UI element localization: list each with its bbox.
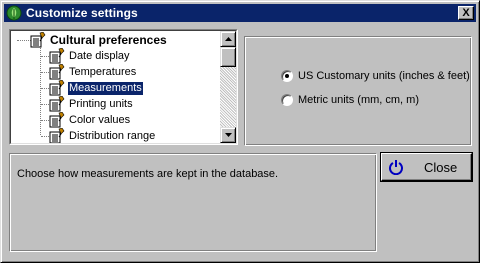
tree-item-label: Color values (69, 113, 131, 126)
radio-label: US Customary units (inches & feet) (298, 70, 470, 82)
tree-item-label: Distribution range (69, 129, 156, 142)
radio-button[interactable] (281, 70, 293, 82)
description-text: Choose how measurements are kept in the … (17, 168, 279, 180)
settings-page-icon (49, 112, 65, 128)
window-title: Customize settings (26, 6, 138, 20)
window-close-button[interactable]: X (458, 6, 474, 20)
arrow-down-icon (224, 133, 232, 137)
radio-label: Metric units (mm, cm, m) (298, 94, 419, 106)
tree-item[interactable]: Distribution range (49, 128, 156, 143)
tree-item[interactable]: Printing units (49, 96, 134, 112)
settings-page-icon (49, 80, 65, 96)
unit-option-radio[interactable]: Metric units (mm, cm, m) (281, 94, 419, 106)
tree-item-label: Temperatures (69, 65, 137, 78)
tree-item[interactable]: Temperatures (49, 64, 137, 80)
close-button[interactable]: Close (381, 153, 472, 181)
settings-page-icon (49, 48, 65, 64)
tree-root-cultural-preferences[interactable]: Cultural preferences (30, 32, 168, 48)
tree-scrollbar[interactable] (220, 31, 236, 143)
scroll-thumb[interactable] (220, 47, 236, 67)
unit-option-radio[interactable]: US Customary units (inches & feet) (281, 70, 470, 82)
arrow-up-icon (224, 37, 232, 41)
tree-item-label: Measurements (67, 80, 144, 96)
settings-page-icon (49, 96, 65, 112)
title-bar[interactable]: Customize settings X (4, 4, 476, 22)
radio-button[interactable] (281, 94, 293, 106)
tree-item[interactable]: Color values (49, 112, 131, 128)
tree-item[interactable]: Measurements (49, 80, 144, 96)
settings-tree[interactable]: Cultural preferences Date display Temperat… (9, 29, 238, 145)
leaf-icon (6, 5, 22, 21)
settings-page-icon (30, 32, 46, 48)
close-icon: X (462, 6, 470, 19)
tree-root-label: Cultural preferences (50, 32, 167, 47)
tree-item-label: Printing units (69, 97, 133, 110)
scroll-down-button[interactable] (220, 127, 236, 143)
power-icon (389, 160, 403, 175)
settings-page-icon (49, 64, 65, 80)
options-panel: US Customary units (inches & feet) Metric… (244, 36, 472, 146)
tree-list-area[interactable]: Cultural preferences Date display Temperat… (11, 31, 220, 143)
description-panel: Choose how measurements are kept in the … (9, 153, 377, 252)
tree-item-label: Date display (69, 49, 130, 62)
scroll-up-button[interactable] (220, 31, 236, 47)
customize-settings-window: Customize settings X Cultural preference… (0, 0, 480, 263)
tree-item[interactable]: Date display (49, 48, 131, 64)
settings-page-icon (49, 128, 65, 143)
close-button-label: Close (424, 159, 458, 175)
